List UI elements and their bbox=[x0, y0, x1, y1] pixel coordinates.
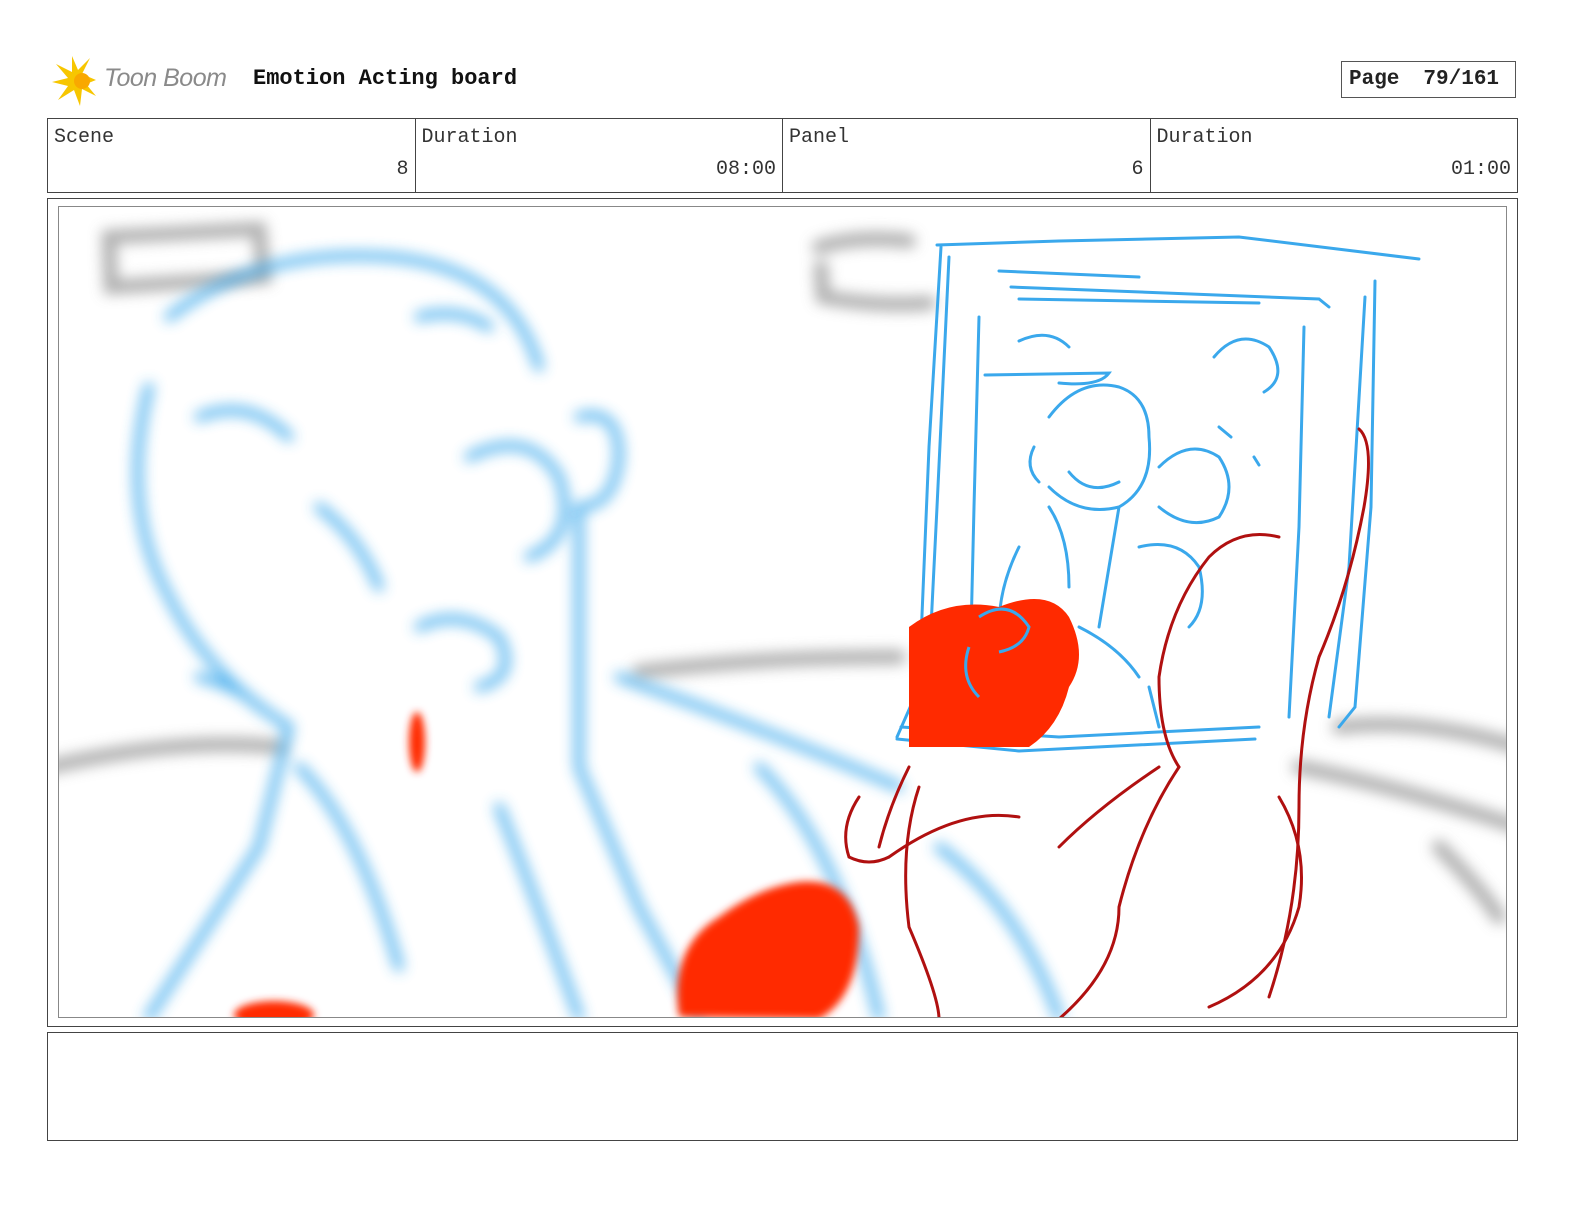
storyboard-panel-image bbox=[58, 206, 1507, 1018]
scene-value: 8 bbox=[396, 158, 409, 181]
board-title: Emotion Acting board bbox=[253, 66, 518, 91]
panel-value: 6 bbox=[1131, 158, 1144, 181]
starburst-icon bbox=[52, 56, 96, 106]
page-label: Page bbox=[1349, 68, 1400, 91]
scene-info-table: Scene 8 Duration 08:00 Panel 6 Duration … bbox=[47, 118, 1518, 193]
page-indicator: Page 79/161 bbox=[1341, 61, 1516, 98]
red-hand-fill bbox=[909, 599, 1079, 747]
toon-boom-logo: Toon Boom bbox=[52, 56, 242, 106]
red-accent-shapes bbox=[234, 712, 859, 1017]
panel-duration-cell: Duration 01:00 bbox=[1151, 119, 1518, 192]
scene-duration-cell: Duration 08:00 bbox=[416, 119, 783, 192]
background-sketch bbox=[59, 221, 1506, 924]
panel-label: Panel bbox=[789, 126, 850, 149]
logo-text: Toon Boom bbox=[104, 64, 227, 92]
panel-notes-box bbox=[47, 1032, 1518, 1141]
scene-duration-value: 08:00 bbox=[715, 158, 776, 181]
scene-cell: Scene 8 bbox=[48, 119, 416, 192]
panel-duration-value: 01:00 bbox=[1450, 158, 1511, 181]
sketch-artwork bbox=[59, 221, 1506, 1017]
panel-cell: Panel 6 bbox=[783, 119, 1151, 192]
scene-duration-label: Duration bbox=[421, 126, 518, 149]
scene-label: Scene bbox=[54, 126, 115, 149]
panel-duration-label: Duration bbox=[1156, 126, 1253, 149]
page-number: 79/161 bbox=[1423, 68, 1500, 91]
